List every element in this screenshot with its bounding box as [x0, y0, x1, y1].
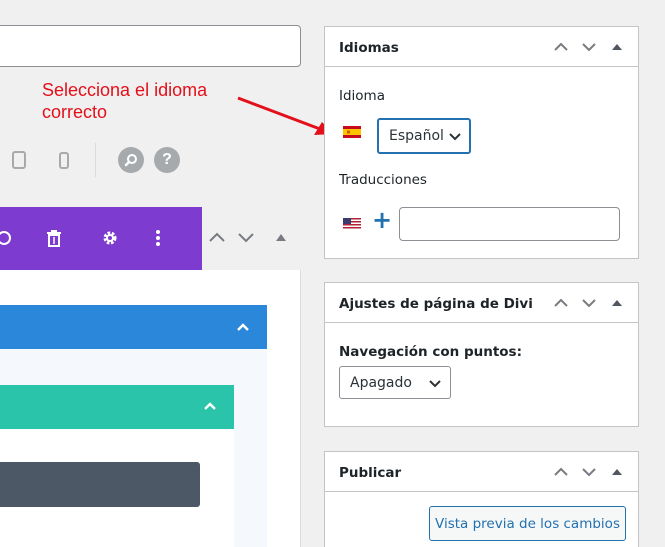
help-button[interactable]: ? [154, 147, 180, 173]
us-flag-icon [343, 218, 361, 230]
divi-settings-metabox: Ajustes de página de Divi Navegación con… [324, 282, 639, 427]
move-down-icon[interactable] [578, 37, 600, 57]
annotation-line-1: Selecciona el idioma [42, 80, 208, 100]
publish-title: Publicar [339, 465, 402, 481]
add-translation-button[interactable]: + [372, 206, 392, 234]
toolbar-divider [95, 143, 96, 177]
dot-navigation-label: Navegación con puntos: [339, 344, 522, 360]
language-select[interactable]: Español [377, 118, 471, 154]
languages-metabox: Idiomas Idioma Español Traducciones + [324, 26, 639, 259]
toggle-panel-icon[interactable] [606, 293, 628, 313]
spain-flag-icon [343, 126, 361, 138]
module-block[interactable] [0, 462, 200, 507]
move-up-icon[interactable] [550, 293, 572, 313]
clone-icon[interactable] [0, 229, 14, 247]
annotation-line-2: correcto [42, 102, 108, 122]
toggle-icon [276, 234, 286, 241]
zoom-button[interactable] [118, 147, 144, 173]
publish-header: Publicar [325, 452, 638, 492]
collapse-row-icon[interactable] [203, 401, 217, 411]
zoom-icon [124, 154, 137, 167]
divi-settings-header: Ajustes de página de Divi [325, 283, 638, 323]
publish-controls [550, 462, 628, 482]
languages-title: Idiomas [339, 40, 399, 56]
annotation-text: Selecciona el idioma correcto [42, 79, 207, 123]
more-options-icon[interactable] [155, 229, 161, 247]
toggle-panel-icon[interactable] [606, 462, 628, 482]
divi-settings-controls [550, 293, 628, 313]
toggle-panel-icon[interactable] [606, 37, 628, 57]
move-down-icon[interactable] [578, 293, 600, 313]
row-header[interactable] [0, 385, 234, 429]
chevron-down-icon [429, 380, 441, 388]
languages-metabox-header: Idiomas [325, 27, 638, 67]
move-up-icon [209, 232, 225, 242]
translations-label: Traducciones [339, 172, 427, 188]
section-header[interactable] [0, 305, 267, 349]
phone-icon[interactable] [59, 152, 69, 169]
preview-changes-button[interactable]: Vista previa de los cambios [429, 506, 626, 541]
post-title-input[interactable] [0, 25, 301, 67]
dot-navigation-select[interactable]: Apagado [339, 366, 451, 399]
trash-icon[interactable] [46, 229, 62, 247]
publish-metabox: Publicar Vista previa de los cambios [324, 451, 639, 547]
section-toolbar [0, 207, 202, 270]
language-select-value: Español [389, 128, 444, 144]
move-down-icon[interactable] [578, 462, 600, 482]
preview-changes-label: Vista previa de los cambios [435, 515, 620, 532]
help-label: ? [162, 151, 172, 168]
languages-controls [550, 37, 628, 57]
tablet-icon[interactable] [12, 151, 26, 169]
chevron-down-icon [449, 133, 461, 141]
language-label: Idioma [339, 88, 385, 104]
gear-icon[interactable] [102, 229, 118, 247]
collapse-section-icon[interactable] [236, 322, 250, 332]
dot-navigation-value: Apagado [350, 374, 412, 391]
divi-settings-title: Ajustes de página de Divi [339, 296, 533, 312]
move-up-icon[interactable] [550, 462, 572, 482]
move-down-icon [238, 233, 254, 243]
move-up-icon[interactable] [550, 37, 572, 57]
translation-input[interactable] [399, 207, 620, 241]
builder-box-controls [209, 232, 286, 243]
